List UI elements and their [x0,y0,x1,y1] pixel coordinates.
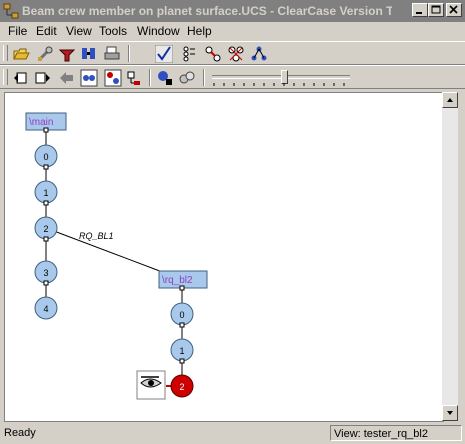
version-node[interactable]: 3 [34,260,58,286]
settings-wrench-icon[interactable] [36,45,54,63]
vertical-scrollbar[interactable] [442,92,458,421]
version-label: 2 [179,382,184,392]
version-label: 4 [43,304,48,314]
branch-node-icon[interactable] [227,45,245,63]
version-node[interactable]: 4 [34,296,58,320]
compare-icon[interactable] [80,45,98,63]
toolbar-separator [128,45,130,62]
successor-icon[interactable] [104,69,122,87]
view-status-text: View: tester_rq_bl2 [334,428,428,440]
scroll-up-button[interactable] [442,92,458,108]
view-status-panel: View: tester_rq_bl2 [330,425,462,441]
go-right-icon[interactable] [34,69,52,87]
merge-tool-icon[interactable] [58,45,76,63]
close-icon [449,5,458,14]
version-label: 1 [43,188,48,198]
window-title: Beam crew member on planet surface.UCS -… [22,4,392,18]
arrow-down-icon [447,411,453,415]
tree-graph-icon[interactable] [250,45,268,63]
checked-out-version-node[interactable]: 2 [170,374,194,398]
go-left-icon[interactable] [12,69,30,87]
list-versions-icon[interactable] [180,45,198,63]
toolbar-grip[interactable] [3,69,8,85]
predecessor-icon[interactable] [80,69,98,87]
zoom-slider-ticks [213,83,345,86]
clearcase-app-icon [3,3,19,19]
zoom-slider-thumb[interactable] [281,70,288,84]
back-arrow-icon[interactable] [58,69,76,87]
checkmark-icon[interactable] [155,45,173,63]
toolbar-separator [203,69,205,86]
arrow-up-icon [447,98,453,102]
branch-box-rq-bl2[interactable]: \rq_bl2 [158,270,208,291]
menu-edit[interactable]: Edit [36,24,57,38]
minimize-icon [416,12,422,14]
branch-box-main[interactable]: \main [25,112,67,133]
maximize-button[interactable] [428,3,444,17]
spheres-icon[interactable] [178,69,196,87]
main-toolbar [0,41,465,65]
zoom-slider[interactable] [212,70,352,86]
arrows-icon[interactable] [204,45,222,63]
eye-view-icon [136,370,166,400]
title-bar: Beam crew member on planet surface.UCS -… [0,0,465,22]
info-icon[interactable] [156,69,174,87]
version-label: 1 [179,346,184,356]
version-node[interactable]: 0 [170,302,194,328]
branch-label-main: \main [29,117,53,128]
menu-tools[interactable]: Tools [99,24,127,38]
close-button[interactable] [446,3,462,17]
print-icon[interactable] [103,45,121,63]
menu-view[interactable]: View [66,24,92,38]
version-node[interactable]: 1 [170,338,194,364]
minimize-button[interactable] [412,3,428,17]
merge-label: RQ_BL1 [79,231,114,241]
status-bar: Ready View: tester_rq_bl2 [0,422,465,444]
menu-bar: File Edit View Tools Window Help [0,22,465,40]
open-icon[interactable] [12,45,30,63]
toolbar-grip[interactable] [3,45,8,61]
status-text: Ready [4,427,36,439]
label-icon[interactable] [126,69,144,87]
version-node[interactable]: 1 [34,180,58,206]
version-node[interactable]: 0 [34,144,58,170]
version-tree: \main 0 1 2 3 4 RQ_BL1 \rq_bl2 0 1 2 [25,112,208,400]
window-edge [459,92,465,422]
menu-file[interactable]: File [8,24,27,38]
version-label: 0 [179,310,184,320]
version-label: 0 [43,152,48,162]
version-node[interactable]: 2 [34,216,58,242]
branch-label-rq-bl2: \rq_bl2 [162,275,193,286]
toolbar-separator [149,69,151,86]
version-label: 2 [43,224,48,234]
scroll-down-button[interactable] [442,405,458,421]
navigation-toolbar [0,65,465,89]
menu-window[interactable]: Window [137,24,180,38]
version-tree-canvas[interactable]: \main 0 1 2 3 4 RQ_BL1 \rq_bl2 0 1 2 [4,92,444,422]
maximize-icon [431,5,441,14]
version-label: 3 [43,268,48,278]
menu-help[interactable]: Help [187,24,212,38]
